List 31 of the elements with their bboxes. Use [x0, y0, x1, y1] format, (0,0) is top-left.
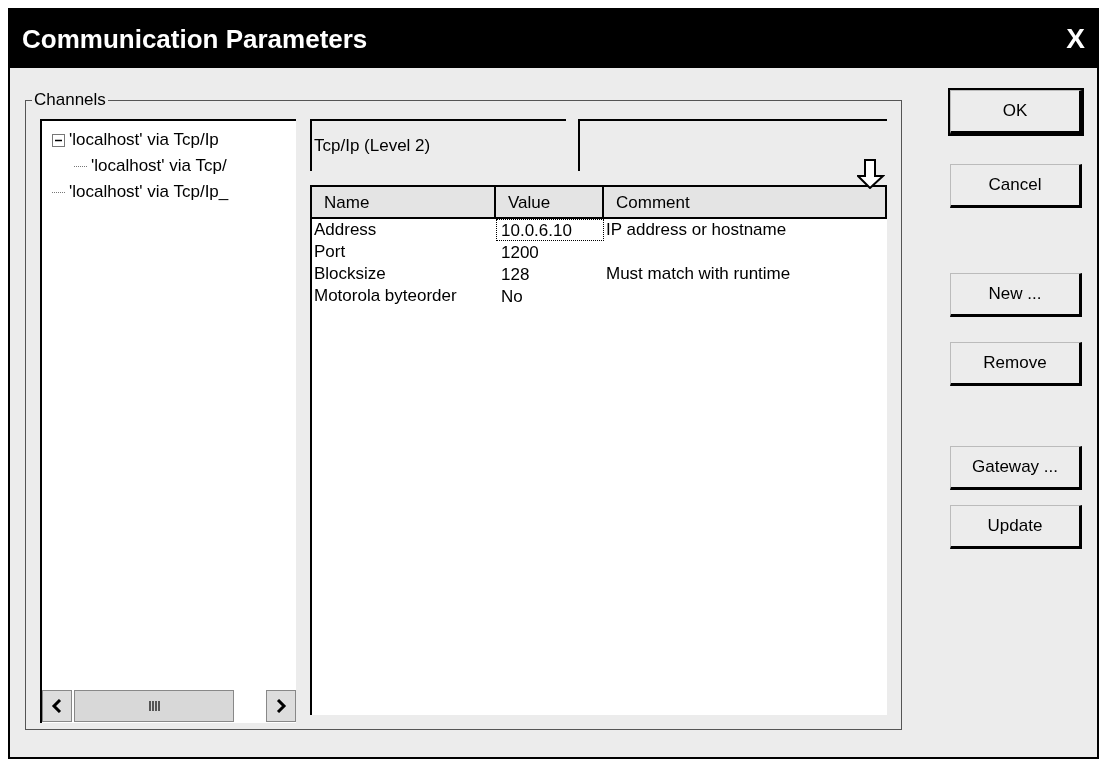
window-title: Communication Parameters	[22, 22, 368, 56]
table-cell-text: Must match with runtime	[605, 263, 792, 285]
tree-item[interactable]: 'localhost' via Tcp/Ip	[69, 127, 219, 153]
table-cell-text: Blocksize	[313, 263, 387, 285]
scroll-right-icon[interactable]	[266, 690, 296, 722]
dialog-button[interactable]: Cancel	[950, 164, 1082, 208]
table-cell[interactable]: 10.0.6.10	[496, 219, 604, 241]
dialog-button[interactable]: OK	[950, 90, 1082, 134]
horizontal-scrollbar[interactable]	[42, 689, 296, 723]
column-header[interactable]: Name	[312, 187, 496, 219]
channel-tree[interactable]: 'localhost' via Tcp/Ip 'localhost' via Tcp/ 'localhost' via Tcp/Ip_	[40, 119, 296, 723]
tree-item[interactable]: 'localhost' via Tcp/Ip_	[69, 179, 229, 205]
table-cell-text: IP address or hostname	[605, 219, 788, 241]
dialog-button[interactable]: Gateway ...	[950, 446, 1082, 490]
scroll-left-icon[interactable]	[42, 690, 72, 722]
table-cell[interactable]: No	[496, 285, 604, 307]
tree-item[interactable]: 'localhost' via Tcp/	[91, 153, 227, 179]
table-cell-text: Port	[313, 241, 347, 263]
dialog-button[interactable]: Remove	[950, 342, 1082, 386]
collapse-icon[interactable]	[52, 133, 65, 147]
column-header[interactable]: Value	[496, 187, 604, 219]
dialog-button[interactable]: Update	[950, 505, 1082, 549]
scroll-thumb[interactable]	[74, 690, 234, 722]
column-header[interactable]: Comment	[604, 187, 887, 219]
close-button[interactable]: X	[1066, 25, 1085, 53]
driver-name: Tcp/Ip (Level 2)	[314, 135, 431, 158]
table-cell[interactable]: 1200	[496, 241, 604, 263]
table-cell-text: Motorola byteorder	[313, 285, 458, 307]
table-cell-text: Address	[313, 219, 378, 241]
table-cell[interactable]: 128	[496, 263, 604, 285]
dialog-button[interactable]: New ...	[950, 273, 1082, 317]
